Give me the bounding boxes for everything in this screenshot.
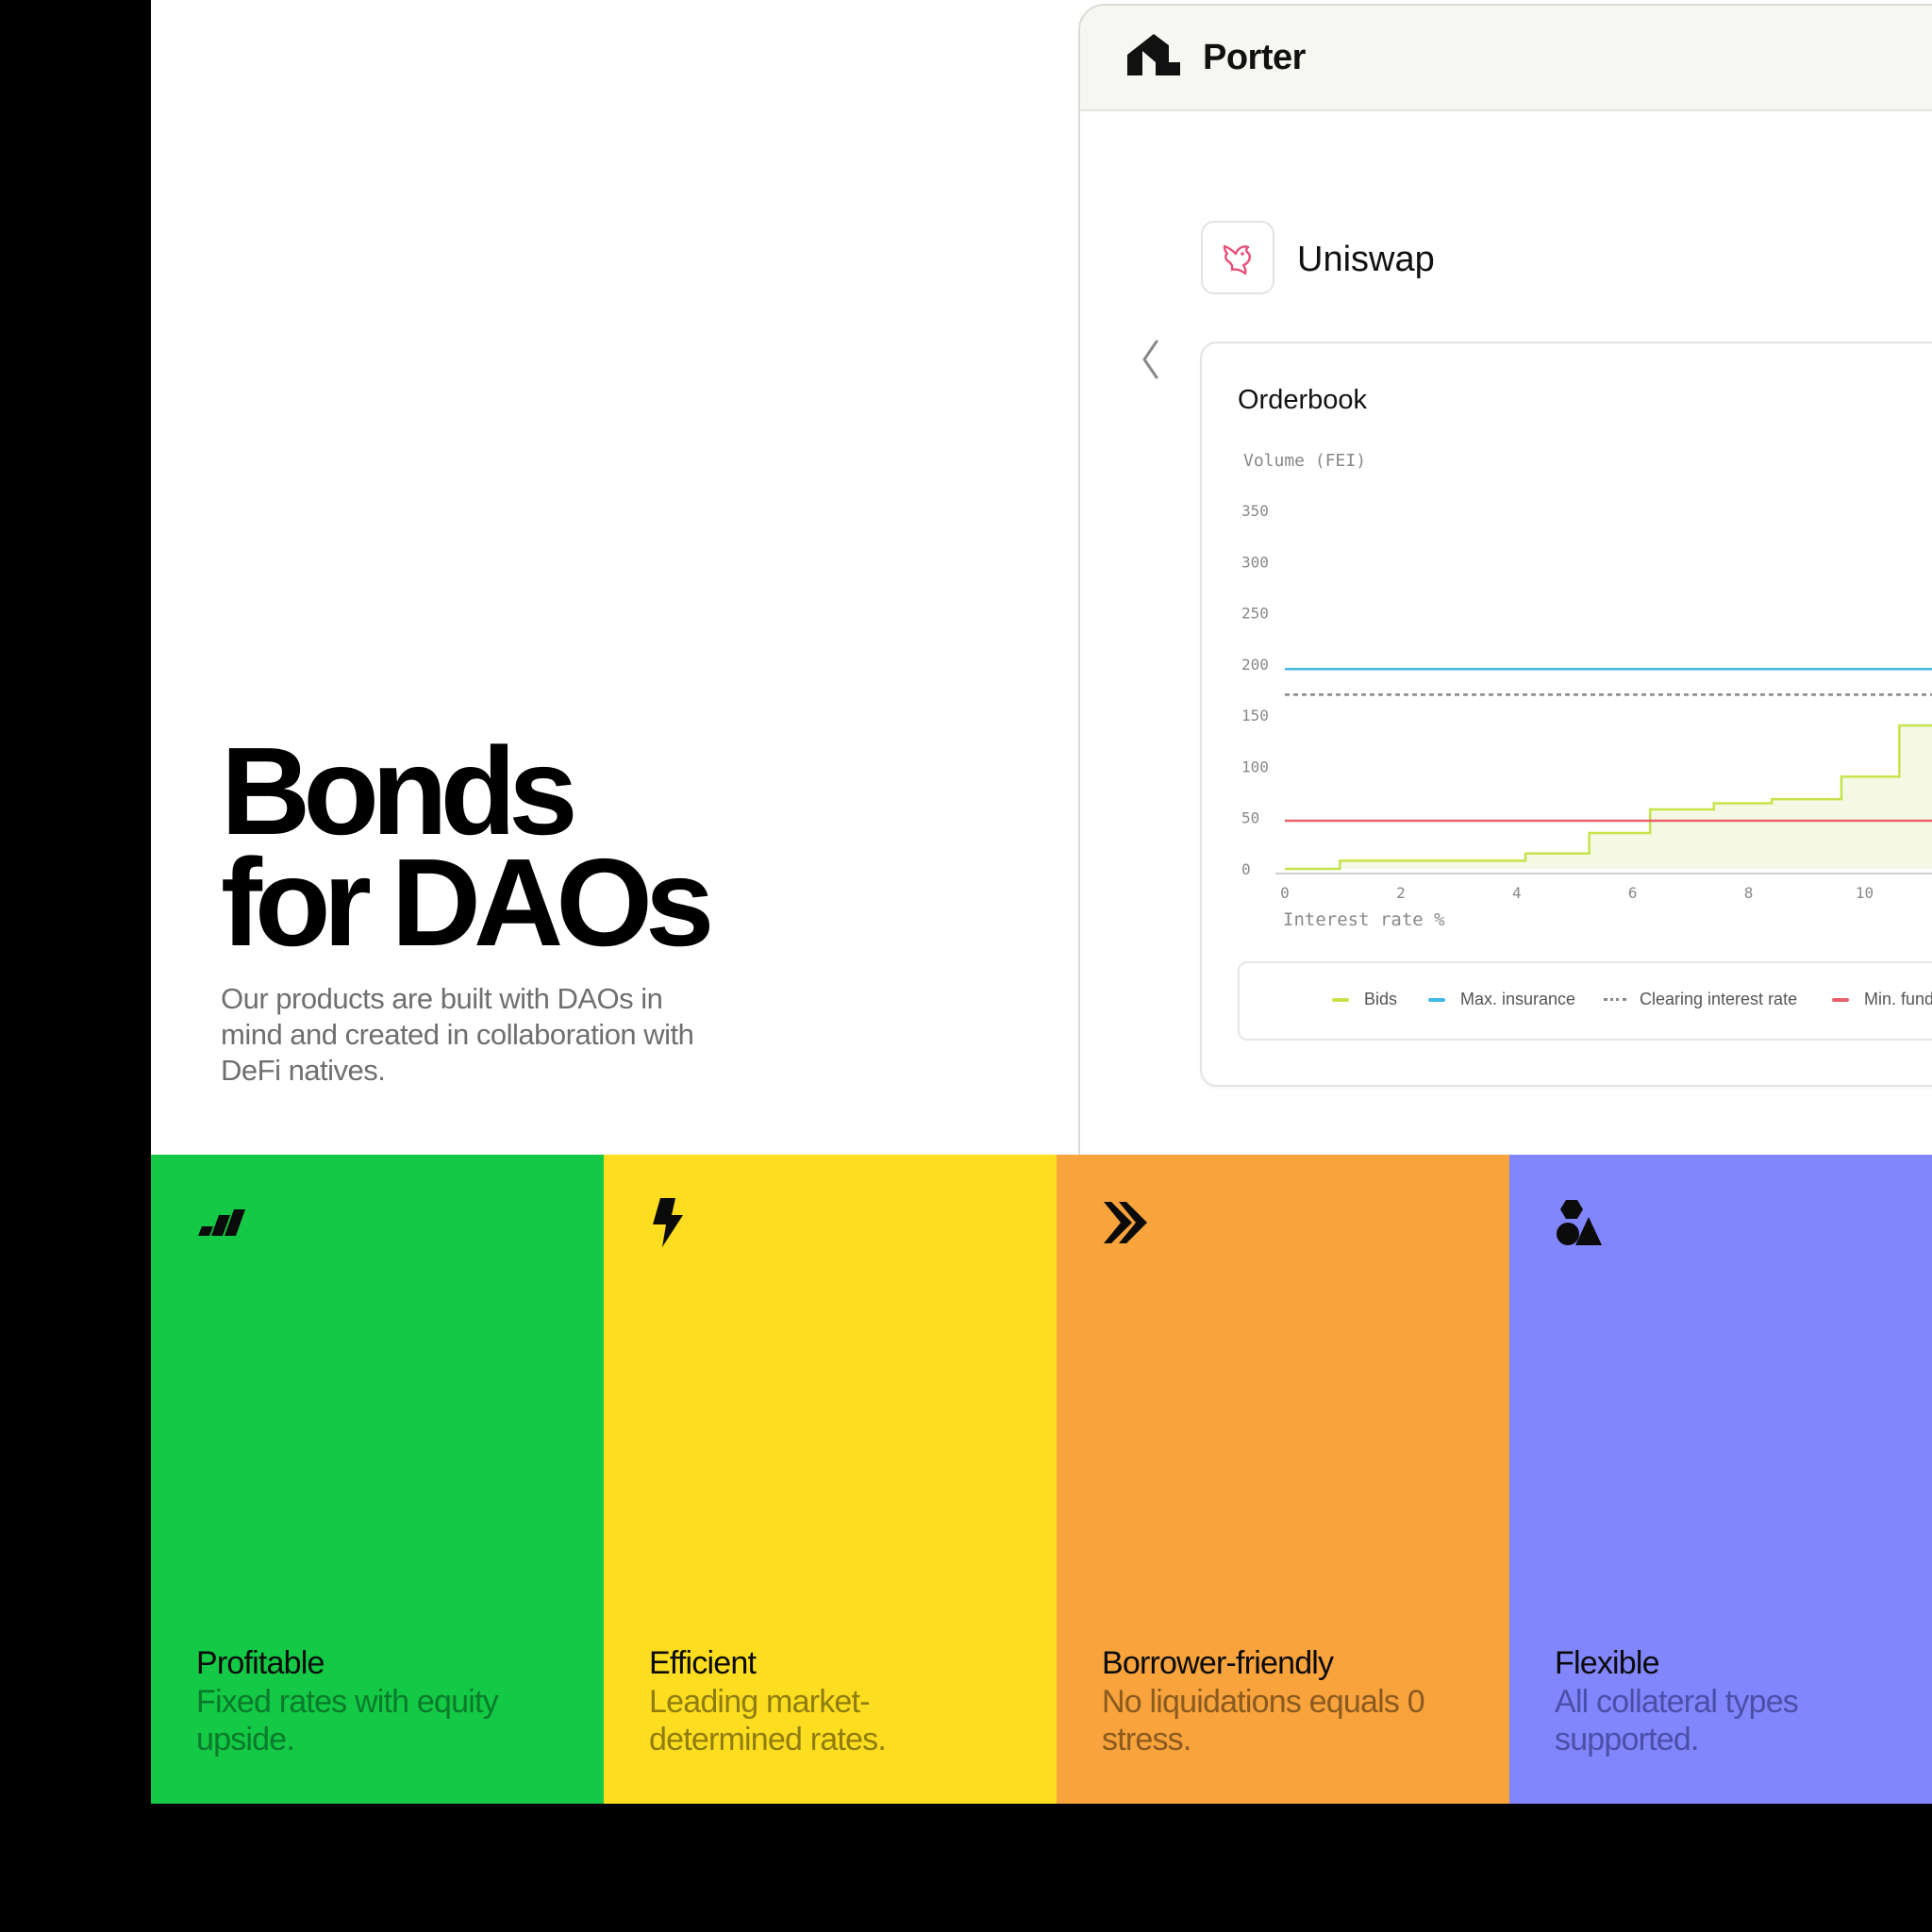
- landing-page: Bonds for DAOs Our products are built wi…: [151, 0, 1932, 1804]
- hero-title-line2: for DAOs: [221, 833, 714, 972]
- y-tick-label: 250: [1241, 605, 1269, 623]
- legend-clearing-rate-swatch: [1604, 998, 1626, 1001]
- y-tick-label: 350: [1241, 502, 1269, 520]
- hero-subtitle: Our products are built with DAOs in mind…: [221, 982, 694, 1087]
- y-tick-label: 150: [1241, 707, 1269, 724]
- feature-efficient-desc: Leading market-determined rates.: [649, 1684, 887, 1757]
- legend-max-insurance-label: Max. insurance: [1460, 990, 1576, 1008]
- back-chevron-icon[interactable]: [1139, 338, 1161, 381]
- chart-legend: Bids Max. insurance Clearing interest ra…: [1238, 961, 1932, 1041]
- feature-flexible-desc: All collateral types supported.: [1555, 1684, 1799, 1757]
- bars-icon: [198, 1209, 245, 1236]
- feature-flexible-title: Flexible: [1555, 1645, 1660, 1681]
- y-axis-label: Volume (FEI): [1243, 451, 1366, 471]
- x-tick-label: 10: [1856, 884, 1874, 902]
- feature-profitable-desc: Fixed rates with equity upside.: [196, 1684, 499, 1757]
- feature-borrower-friendly: Borrower-friendly No liquidations equals…: [1057, 1155, 1509, 1804]
- hero-title: Bonds for DAOs: [221, 722, 714, 972]
- x-tick-label: 4: [1512, 884, 1522, 902]
- app-window: Porter Uniswap Orderbook Volume (FEI) 350…: [1078, 4, 1932, 1177]
- y-tick-label: 0: [1241, 860, 1251, 878]
- x-axis-label: Interest rate %: [1283, 909, 1445, 930]
- shapes-icon: [1557, 1200, 1602, 1245]
- app-topbar: Porter: [1080, 6, 1932, 111]
- feature-flexible: Flexible All collateral types supported.: [1509, 1155, 1932, 1804]
- y-tick-label: 300: [1241, 553, 1269, 571]
- feature-efficient: Efficient Leading market-determined rate…: [604, 1155, 1057, 1804]
- legend-min-fund-swatch: [1832, 997, 1849, 1002]
- lightning-icon: [653, 1198, 683, 1247]
- bids-area: [1285, 725, 1932, 869]
- legend-clearing-rate: Clearing interest rate: [1604, 990, 1797, 1009]
- token-name: Uniswap: [1297, 240, 1435, 279]
- feature-profitable-title: Profitable: [196, 1645, 325, 1681]
- legend-min-fund: Min. fund: [1832, 990, 1932, 1009]
- x-tick-label: 8: [1744, 884, 1754, 902]
- feature-borrower-friendly-desc: No liquidations equals 0 stress.: [1102, 1684, 1425, 1757]
- legend-bids-swatch: [1332, 997, 1349, 1002]
- y-tick-label: 50: [1241, 809, 1259, 827]
- y-tick-label: 200: [1241, 656, 1269, 674]
- orderbook-card: Orderbook Volume (FEI) 350 300 250 200 150 100…: [1200, 341, 1932, 1087]
- legend-clearing-rate-label: Clearing interest rate: [1640, 990, 1798, 1008]
- brand-name[interactable]: Porter: [1203, 38, 1306, 78]
- feature-efficient-title: Efficient: [649, 1645, 757, 1681]
- legend-min-fund-label: Min. fund: [1864, 990, 1932, 1008]
- legend-bids: Bids: [1332, 990, 1397, 1009]
- orderbook-chart: Volume (FEI) 350 300 250 200 150 100 50 0 0 2 4 6 8 10…: [1241, 451, 1932, 930]
- x-tick-label: 2: [1396, 884, 1406, 902]
- uniswap-icon: [1201, 221, 1274, 294]
- legend-max-insurance-swatch: [1428, 997, 1445, 1002]
- legend-bids-label: Bids: [1364, 990, 1398, 1008]
- hero-title-line1: Bonds: [221, 722, 578, 860]
- feature-borrower-friendly-title: Borrower-friendly: [1102, 1645, 1334, 1681]
- y-tick-label: 100: [1241, 758, 1269, 775]
- features-row: Profitable Fixed rates with equity upsid…: [151, 1155, 1932, 1804]
- feature-profitable: Profitable Fixed rates with equity upsid…: [151, 1155, 604, 1804]
- x-tick-label: 0: [1280, 884, 1290, 902]
- double-chevron-icon: [1104, 1202, 1147, 1243]
- x-tick-label: 6: [1628, 884, 1638, 902]
- porter-logo-icon[interactable]: [1127, 34, 1180, 75]
- legend-max-insurance: Max. insurance: [1428, 990, 1575, 1009]
